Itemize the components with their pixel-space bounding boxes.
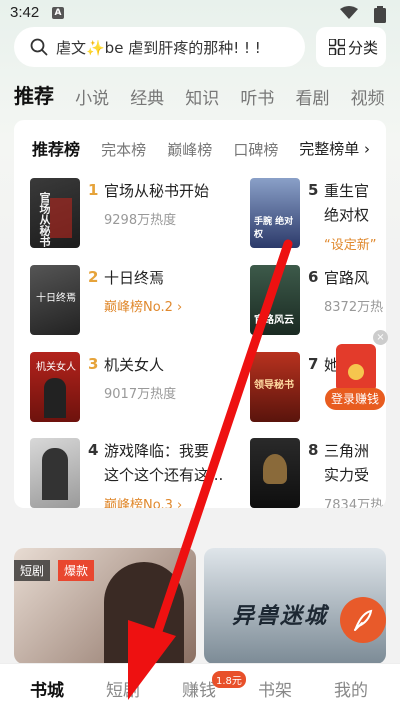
red-envelope-icon <box>336 344 376 392</box>
search-input[interactable]: 虐文✨be 虐到肝疼的那种! ! ! <box>14 27 305 67</box>
close-icon[interactable]: × <box>373 330 388 345</box>
book-title-line1: 游戏降临：我要 <box>104 442 210 460</box>
tab-novel[interactable]: 小说 <box>75 84 109 109</box>
nav-short-drama[interactable]: 短剧 <box>106 676 140 701</box>
book-title: 官场从秘书开始 <box>104 182 210 200</box>
earn-badge: 1.8元 <box>212 671 246 688</box>
book-tag: “设定新” <box>324 238 377 253</box>
book-item-3[interactable]: 机关女人 3 机关女人 9017万热度 <box>30 352 210 426</box>
book-title-line1: 三角洲 <box>324 442 370 460</box>
ranking-tabs: 推荐榜 完本榜 巅峰榜 口碑榜 <box>32 136 294 160</box>
book-cover: 十日终焉 <box>30 265 80 335</box>
nav-bookstore[interactable]: 书城 <box>30 676 64 701</box>
red-packet-widget[interactable]: × 登录赚钱 <box>322 330 388 414</box>
book-item-1[interactable]: 官场从秘书 1 官场从秘书开始 9298万热度 <box>30 178 210 252</box>
book-cover <box>250 438 300 508</box>
rank-tab-finished[interactable]: 完本榜 <box>101 139 146 160</box>
search-placeholder: 虐文✨be 虐到肝疼的那种! ! ! <box>56 39 261 57</box>
bottom-nav: 书城 短剧 赚钱 书架 我的 <box>0 663 400 711</box>
book-title-line2: 实力受 <box>324 466 370 484</box>
tab-video[interactable]: 视频 <box>351 84 385 109</box>
book-rank-badge[interactable]: 巅峰榜No.2 › <box>104 296 182 315</box>
top-tabs: 推荐 小说 经典 知识 听书 看剧 视频 <box>14 80 400 110</box>
tab-classic[interactable]: 经典 <box>130 84 164 109</box>
book-cover: 机关女人 <box>30 352 80 422</box>
nav-bookshelf[interactable]: 书架 <box>258 676 292 701</box>
status-bar: 3:42 A <box>0 0 400 28</box>
book-item-4[interactable]: 4 游戏降临：我要 这个这个还有这... 巅峰榜No.3 › <box>30 438 230 508</box>
login-earn-label[interactable]: 登录赚钱 <box>325 388 385 410</box>
category-label: 分类 <box>348 39 379 57</box>
book-cover: 官场从秘书 <box>30 178 80 248</box>
tab-recommend[interactable]: 推荐 <box>14 80 54 109</box>
book-heat: 9298万热度 <box>104 213 177 228</box>
short-drama-badge: 短剧 <box>14 560 51 581</box>
book-cover: 官路风云 <box>250 265 300 335</box>
book-title-line2: 这个这个还有这... <box>104 466 224 484</box>
preview-title: 异兽迷城 <box>232 604 329 629</box>
rank-tab-peak[interactable]: 巅峰榜 <box>167 139 212 160</box>
wifi-icon <box>340 6 358 19</box>
rank-tab-recommend[interactable]: 推荐榜 <box>32 136 80 160</box>
book-cover: 手腕 绝对权 <box>250 178 300 248</box>
tab-drama[interactable]: 看剧 <box>295 84 329 109</box>
book-item-8[interactable]: 8 三角洲 实力受 7834万热 <box>250 438 386 508</box>
book-title: 官路风 <box>324 269 370 287</box>
status-time: 3:42 <box>10 4 40 21</box>
book-title-line1: 重生官 <box>324 182 370 200</box>
nav-profile[interactable]: 我的 <box>334 676 368 701</box>
feather-icon <box>353 609 373 631</box>
book-heat: 9017万热度 <box>104 387 177 402</box>
grid-icon <box>329 39 345 55</box>
book-heat: 7834万热 <box>324 498 384 508</box>
book-title: 十日终焉 <box>104 269 165 287</box>
write-button[interactable] <box>340 597 386 643</box>
nav-earn[interactable]: 赚钱 <box>182 676 216 701</box>
search-icon <box>30 38 48 56</box>
hot-badge: 爆款 <box>58 560 95 581</box>
notification-icon: A <box>52 7 64 19</box>
book-heat: 8372万热 <box>324 300 384 315</box>
book-item-6[interactable]: 官路风云 6 官路风 8372万热 <box>250 265 386 339</box>
book-cover: 领导秘书 <box>250 352 300 422</box>
tab-audiobook[interactable]: 听书 <box>240 84 274 109</box>
full-ranking-link[interactable]: 完整榜单 › <box>299 138 370 159</box>
book-rank-badge[interactable]: 巅峰榜No.3 › <box>104 494 182 508</box>
short-drama-preview-card[interactable]: 短剧 爆款 <box>14 548 196 664</box>
tab-knowledge[interactable]: 知识 <box>185 84 219 109</box>
book-cover <box>30 438 80 508</box>
rank-tab-reputation[interactable]: 口碑榜 <box>233 139 278 160</box>
ranking-card: 推荐榜 完本榜 巅峰榜 口碑榜 完整榜单 › 官场从秘书 1 官场从秘书开始 9… <box>14 120 386 508</box>
battery-icon <box>374 6 386 23</box>
book-title: 机关女人 <box>104 356 165 374</box>
book-item-5[interactable]: 手腕 绝对权 5 重生官 绝对权 “设定新” <box>250 178 386 253</box>
category-button[interactable]: 分类 <box>316 27 386 67</box>
book-item-2[interactable]: 十日终焉 2 十日终焉 巅峰榜No.2 › <box>30 265 210 339</box>
book-title-line2: 绝对权 <box>324 206 370 224</box>
